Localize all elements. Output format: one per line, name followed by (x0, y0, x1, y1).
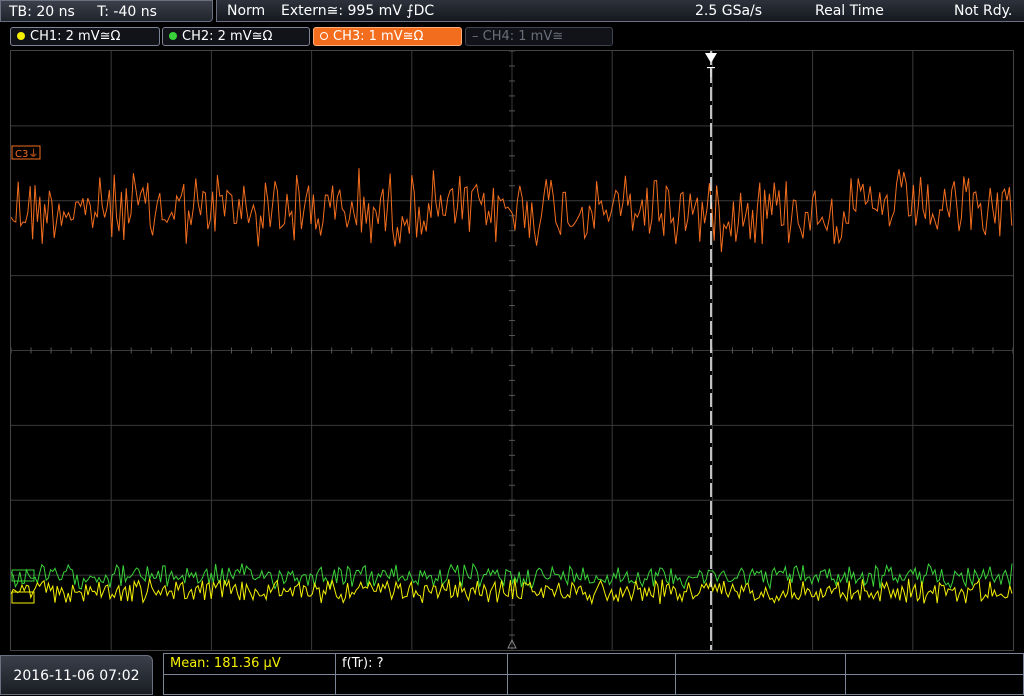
ch2-label: CH2: 2 mV≅Ω (182, 29, 273, 44)
ch1-dot-icon (17, 32, 25, 40)
trigger-arrow-icon (705, 53, 717, 63)
datetime-box: 2016-11-06 07:02 (0, 655, 153, 695)
status-bar[interactable]: Norm Extern≅: 995 mV ⨍DC 2.5 GSa/s Real … (216, 0, 1024, 22)
measurement-slot-9[interactable] (676, 675, 846, 695)
measurement-slot-5[interactable] (846, 654, 1023, 674)
measurement-table: Mean: 181.36 µV f(Tr): ? (163, 653, 1024, 695)
ch2-dot-icon (169, 32, 177, 40)
measurement-slot-3[interactable] (508, 654, 676, 674)
sample-rate: 2.5 GSa/s (695, 3, 763, 19)
ch3-dot-icon (320, 32, 328, 40)
bottom-bar: 2016-11-06 07:02 Mean: 181.36 µV f(Tr): … (0, 653, 1024, 695)
waveform-display[interactable]: T C3⏚ (10, 50, 1014, 651)
ch3-label: CH3: 1 mV≅Ω (333, 29, 424, 44)
channel-tab-ch3[interactable]: CH3: 1 mV≅Ω (313, 27, 462, 46)
ch4-dash-icon: – (472, 29, 483, 44)
mean-measurement[interactable]: Mean: 181.36 µV (164, 654, 336, 674)
ch3-marker-label: C3⏚ (15, 148, 38, 160)
timebase-label: TB: 20 ns (9, 4, 75, 20)
trigger-source: Extern≅: 995 mV ⨍DC (281, 3, 435, 19)
timebase-box[interactable]: TB: 20 ns T: -40 ns (0, 0, 213, 22)
acquisition-state: Not Rdy. (954, 3, 1013, 19)
ftr-measurement[interactable]: f(Tr): ? (336, 654, 508, 674)
channel-tab-ch2[interactable]: CH2: 2 mV≅Ω (162, 27, 310, 46)
trigger-marker-label: T (706, 66, 715, 81)
measurement-slot-7[interactable] (336, 675, 508, 695)
ch1-label: CH1: 2 mV≅Ω (30, 29, 121, 44)
trigger-offset-label: T: -40 ns (97, 4, 157, 20)
acquisition-mode: Real Time (815, 3, 884, 19)
measurement-slot-8[interactable] (508, 675, 676, 695)
channel-tabs: CH1: 2 mV≅Ω CH2: 2 mV≅Ω CH3: 1 mV≅Ω – CH… (0, 26, 1024, 48)
channel-tab-ch1[interactable]: CH1: 2 mV≅Ω (10, 27, 160, 46)
trigger-mode: Norm (227, 3, 266, 19)
ch3-waveform (10, 168, 1013, 253)
channel-tab-ch4[interactable]: – CH4: 1 mV≅ (465, 27, 613, 46)
measurement-slot-6[interactable] (164, 675, 336, 695)
ch4-label: CH4: 1 mV≅ (482, 29, 564, 44)
measurement-slot-4[interactable] (676, 654, 846, 674)
waveform-svg: T C3⏚ (10, 50, 1014, 650)
top-bar: TB: 20 ns T: -40 ns Norm Extern≅: 995 mV… (0, 0, 1024, 24)
